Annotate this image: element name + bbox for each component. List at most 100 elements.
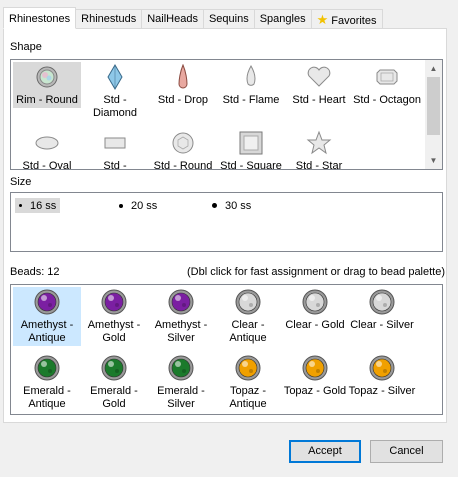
square-icon bbox=[238, 130, 264, 156]
bead-item[interactable]: Clear - Silver bbox=[348, 287, 416, 333]
shape-item-label: Std - bbox=[103, 160, 127, 170]
size-label: Size bbox=[10, 176, 32, 188]
star-icon bbox=[306, 130, 332, 156]
tab-label: Sequins bbox=[208, 13, 249, 25]
tab-label: Spangles bbox=[259, 13, 306, 25]
tab-spangles[interactable]: Spangles bbox=[253, 9, 312, 28]
size-list[interactable]: 16 ss 20 ss 30 ss bbox=[10, 192, 443, 252]
shape-item-label: Std - Octagon bbox=[353, 94, 421, 106]
bead-item-label: Emerald - Antique bbox=[23, 385, 71, 410]
shape-item[interactable]: Std - Square bbox=[217, 128, 285, 170]
shape-item-label: Std - Round bbox=[153, 160, 213, 170]
bead-item-label: Amethyst - Silver bbox=[154, 319, 208, 344]
shape-item[interactable]: Std - bbox=[81, 128, 149, 170]
bead-icon bbox=[34, 355, 60, 381]
shape-item[interactable]: Std - Octagon bbox=[353, 62, 421, 108]
shape-item-label: Std - Oval bbox=[22, 160, 72, 170]
shape-item[interactable]: Std - Star bbox=[285, 128, 353, 169]
beads-list[interactable]: Amethyst - Antique Amethyst - Gold Amethys… bbox=[10, 284, 443, 415]
scroll-thumb[interactable] bbox=[427, 77, 440, 135]
beads-hint: (Dbl click for fast assignment or drag t… bbox=[187, 266, 446, 278]
bead-item[interactable]: Amethyst - Gold bbox=[80, 287, 148, 346]
bead-item[interactable]: Emerald - Gold bbox=[80, 353, 148, 412]
tab-label: Rhinestones bbox=[9, 13, 71, 25]
bead-item-label: Clear - Gold bbox=[285, 319, 345, 331]
bead-item-label: Clear - Antique bbox=[229, 319, 267, 344]
bead-item[interactable]: Clear - Gold bbox=[281, 287, 349, 333]
shape-item[interactable]: Std - Flame bbox=[217, 62, 285, 108]
size-label-text: 20 ss bbox=[131, 199, 158, 212]
accept-button[interactable]: Accept bbox=[289, 440, 361, 463]
oval-icon bbox=[34, 130, 60, 156]
bead-icon bbox=[168, 355, 194, 381]
bead-icon bbox=[235, 289, 261, 315]
bead-icon bbox=[101, 289, 127, 315]
rhinestones-panel: Shape ▲ ▼ Rim - Round Std - Diamond Std - … bbox=[3, 28, 447, 423]
bead-icon bbox=[302, 289, 328, 315]
tab-label: Rhinestuds bbox=[81, 13, 137, 25]
diamond-icon bbox=[102, 64, 128, 90]
size-dot-icon bbox=[212, 203, 217, 208]
size-item-20[interactable]: 20 ss bbox=[115, 198, 161, 213]
bead-item-label: Topaz - Gold bbox=[283, 385, 347, 397]
shape-item-label: Std - Drop bbox=[157, 94, 209, 106]
scroll-up-icon[interactable]: ▲ bbox=[425, 60, 442, 77]
star-icon: ★ bbox=[316, 12, 329, 27]
bead-icon bbox=[101, 355, 127, 381]
bead-item[interactable]: Emerald - Silver bbox=[147, 353, 215, 412]
bead-item[interactable]: Topaz - Antique bbox=[214, 353, 282, 412]
cancel-button[interactable]: Cancel bbox=[370, 440, 443, 463]
tab-bar: Rhinestones Rhinestuds NailHeads Sequins… bbox=[3, 7, 383, 29]
bead-icon bbox=[235, 355, 261, 381]
shape-item-label: Std - Flame bbox=[222, 94, 280, 106]
shape-scrollbar[interactable]: ▲ ▼ bbox=[425, 60, 442, 169]
bead-item-label: Emerald - Silver bbox=[157, 385, 205, 410]
size-label-text: 30 ss bbox=[225, 199, 252, 212]
shape-item-label: Std - Square bbox=[220, 160, 282, 170]
bead-item[interactable]: Clear - Antique bbox=[214, 287, 282, 346]
rectangle-icon bbox=[102, 130, 128, 156]
tab-label: NailHeads bbox=[147, 13, 198, 25]
tab-nailheads[interactable]: NailHeads bbox=[141, 9, 204, 28]
bead-item-label: Amethyst - Antique bbox=[20, 319, 74, 344]
bead-item[interactable]: Topaz - Gold bbox=[281, 353, 349, 399]
bead-icon bbox=[34, 289, 60, 315]
bead-item-label: Topaz - Silver bbox=[348, 385, 416, 397]
flame-icon bbox=[238, 64, 264, 90]
size-dot-icon bbox=[119, 203, 123, 208]
tab-sequins[interactable]: Sequins bbox=[202, 9, 255, 28]
tab-rhinestones[interactable]: Rhinestones bbox=[3, 7, 77, 29]
bead-icon bbox=[168, 289, 194, 315]
shape-item-label: Std - Diamond bbox=[92, 94, 138, 119]
shape-item[interactable]: Std - Round bbox=[149, 128, 217, 170]
scroll-down-icon[interactable]: ▼ bbox=[425, 152, 442, 169]
shape-item[interactable]: Std - Heart bbox=[285, 62, 353, 108]
heart-icon bbox=[306, 64, 332, 90]
bead-item[interactable]: Amethyst - Silver bbox=[147, 287, 215, 346]
bead-item-label: Emerald - Gold bbox=[90, 385, 138, 410]
tab-rhinestuds[interactable]: Rhinestuds bbox=[75, 9, 143, 28]
shape-item-label: Rim - Round bbox=[16, 94, 78, 106]
rim-round-icon bbox=[34, 64, 60, 90]
bead-item-label: Clear - Silver bbox=[350, 319, 414, 331]
shape-list[interactable]: ▲ ▼ Rim - Round Std - Diamond Std - Drop St… bbox=[10, 59, 443, 170]
bead-icon bbox=[369, 289, 395, 315]
bead-item[interactable]: Topaz - Silver bbox=[348, 353, 416, 399]
tab-favorites[interactable]: ★ Favorites bbox=[310, 9, 383, 28]
shape-item[interactable]: Rim - Round bbox=[13, 62, 81, 108]
size-item-30[interactable]: 30 ss bbox=[208, 198, 255, 213]
round-icon bbox=[170, 130, 196, 156]
shape-label: Shape bbox=[10, 41, 42, 53]
shape-item[interactable]: Std - Diamond bbox=[81, 62, 149, 121]
bead-item[interactable]: Emerald - Antique bbox=[13, 353, 81, 412]
shape-item-label: Std - Heart bbox=[292, 94, 346, 106]
size-item-16[interactable]: 16 ss bbox=[15, 198, 61, 213]
bead-item-label: Topaz - Antique bbox=[229, 385, 267, 410]
drop-icon bbox=[170, 64, 196, 90]
bead-item[interactable]: Amethyst - Antique bbox=[13, 287, 81, 346]
size-label-text: 16 ss bbox=[30, 199, 57, 212]
shape-item[interactable]: Std - Oval bbox=[13, 128, 81, 170]
bead-icon bbox=[369, 355, 395, 381]
bead-item-label: Amethyst - Gold bbox=[87, 319, 141, 344]
shape-item[interactable]: Std - Drop bbox=[149, 62, 217, 108]
